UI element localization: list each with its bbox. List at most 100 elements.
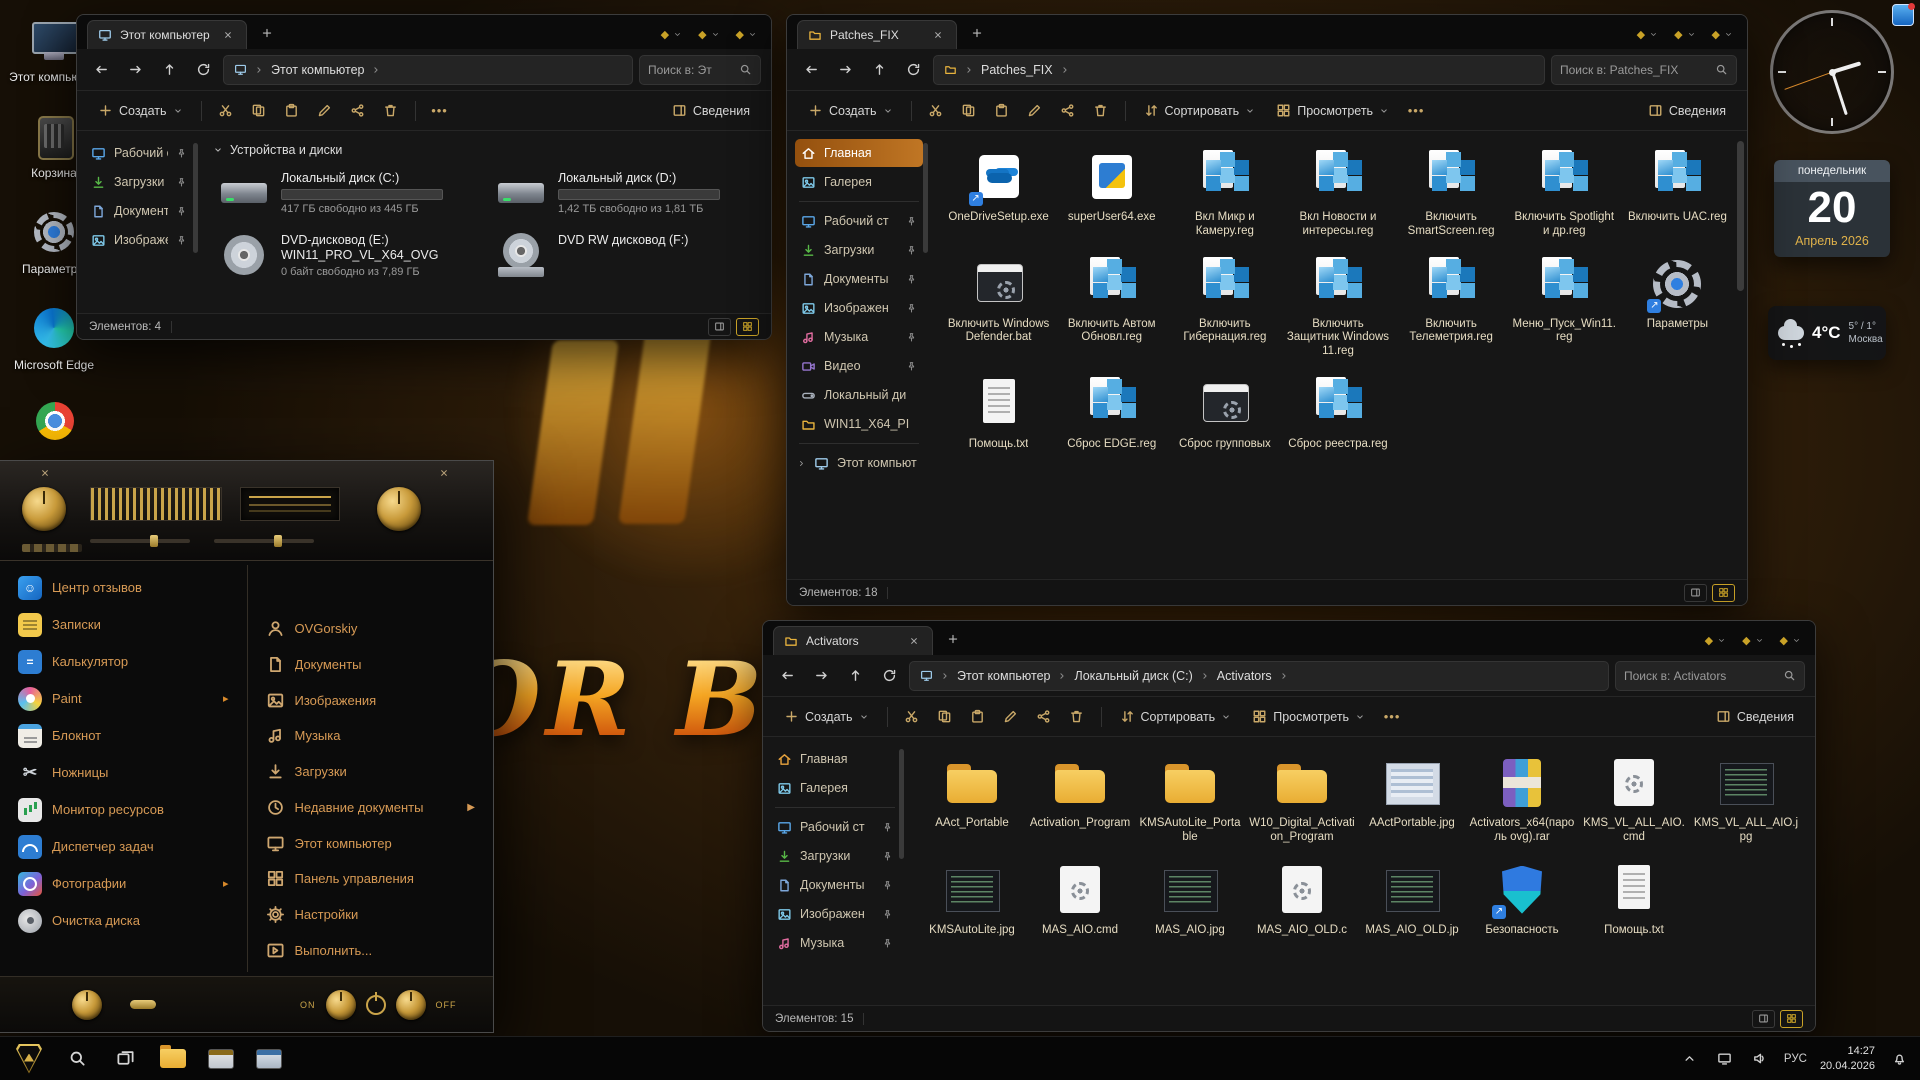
power-knob[interactable] <box>396 990 426 1020</box>
sidebar-item[interactable]: Музыка <box>795 323 923 351</box>
details-button[interactable]: Сведения <box>663 98 759 123</box>
window-control-1[interactable]: ◆ <box>1637 28 1658 41</box>
rename-button[interactable] <box>1020 96 1050 126</box>
start-menu-item[interactable]: Paint ▸ <box>6 680 241 717</box>
file-item[interactable]: ↗ KMS_VL_ALL_AIO.jpg <box>1691 747 1801 850</box>
start-menu-item[interactable]: Калькулятор ▸ <box>6 643 241 680</box>
create-button[interactable]: Создать <box>799 98 902 123</box>
back-button[interactable] <box>797 56 825 84</box>
language-indicator[interactable]: РУС <box>1784 1053 1807 1065</box>
slider[interactable] <box>90 539 190 543</box>
open-window-1-button[interactable] <box>202 1041 240 1077</box>
sidebar-item[interactable]: Изображен <box>795 294 923 322</box>
close-icon[interactable] <box>435 464 453 482</box>
file-item[interactable]: ↗ Помощь.txt <box>1579 854 1689 943</box>
power-knob[interactable] <box>326 990 356 1020</box>
file-item[interactable]: ↗ Включить SmartScreen.reg <box>1396 141 1507 244</box>
start-menu-item[interactable]: Загрузки ▶ <box>254 754 488 790</box>
start-menu-item[interactable]: Центр отзывов ▸ <box>6 569 241 606</box>
start-menu-item[interactable]: Документы ▶ <box>254 647 488 683</box>
sidebar-item[interactable]: Рабочий ст <box>795 207 923 235</box>
thumbnail-view-button[interactable] <box>1780 1010 1803 1028</box>
sidebar-item[interactable]: Изображен <box>85 226 193 254</box>
sidebar-item[interactable]: Изображен <box>771 900 899 928</box>
volume-tray-icon[interactable] <box>1749 1048 1771 1070</box>
new-tab-button[interactable] <box>941 627 965 651</box>
file-item[interactable]: ↗ KMS_VL_ALL_AIO.cmd <box>1579 747 1689 850</box>
sidebar-item[interactable]: Документы <box>795 265 923 293</box>
file-item[interactable]: ↗ Безопасность <box>1467 854 1577 943</box>
refresh-button[interactable] <box>899 56 927 84</box>
breadcrumb-segment[interactable]: Activators <box>1217 669 1289 683</box>
file-item[interactable]: ↗ AActPortable.jpg <box>1359 747 1465 850</box>
start-menu-item[interactable]: Настройки ▶ <box>254 897 488 933</box>
file-item[interactable]: ↗ Включить Автом Обновл.reg <box>1056 248 1167 364</box>
tab-computer[interactable]: Этот компьютер <box>87 20 247 49</box>
up-button[interactable] <box>841 662 869 690</box>
file-item[interactable]: ↗ Activators_x64(пароль ovg).rar <box>1467 747 1577 850</box>
window-control-3[interactable]: ◆ <box>1780 634 1801 647</box>
window-control-2[interactable]: ◆ <box>1742 634 1763 647</box>
more-options-button[interactable]: ••• <box>1377 702 1407 732</box>
paste-button[interactable] <box>277 96 307 126</box>
file-item[interactable]: ↗ Меню_Пуск_Win11.reg <box>1509 248 1620 364</box>
up-button[interactable] <box>865 56 893 84</box>
sidebar-item[interactable]: Галерея <box>795 168 923 196</box>
copy-button[interactable] <box>930 702 960 732</box>
start-menu-item[interactable]: Записки ▸ <box>6 606 241 643</box>
window-control-2[interactable]: ◆ <box>698 28 719 41</box>
search-input[interactable] <box>1624 669 1777 683</box>
list-view-button[interactable] <box>708 318 731 336</box>
delete-button[interactable] <box>1062 702 1092 732</box>
sidebar-item[interactable]: Этот компьюте <box>795 449 923 477</box>
refresh-button[interactable] <box>875 662 903 690</box>
sidebar-item[interactable]: WIN11_X64_PI <box>795 410 923 438</box>
sidebar-item[interactable]: Галерея <box>771 774 899 802</box>
sidebar-item[interactable]: Главная <box>771 745 899 773</box>
file-item[interactable]: ↗ Включить Spotlight и др.reg <box>1509 141 1620 244</box>
back-button[interactable] <box>87 56 115 84</box>
file-item[interactable]: ↗ Сброс реестра.reg <box>1282 368 1393 457</box>
create-button[interactable]: Создать <box>89 98 192 123</box>
sidebar-item[interactable]: Локальный ди <box>795 381 923 409</box>
rename-button[interactable] <box>996 702 1026 732</box>
start-menu-item[interactable]: Этот компьютер ▶ <box>254 825 488 861</box>
sidebar-item[interactable]: Рабочий ст <box>771 813 899 841</box>
start-menu-item[interactable]: Диспетчер задач ▸ <box>6 828 241 865</box>
file-item[interactable]: ↗ AAct_Portable <box>919 747 1025 850</box>
network-tray-icon[interactable] <box>1714 1048 1736 1070</box>
view-button[interactable]: Просмотреть <box>1267 98 1398 123</box>
window-control-3[interactable]: ◆ <box>736 28 757 41</box>
file-item[interactable]: ↗ Вкл Микр и Камеру.reg <box>1169 141 1280 244</box>
sidebar-item[interactable] <box>795 439 923 448</box>
forward-button[interactable] <box>121 56 149 84</box>
file-item[interactable]: ↗ Включить Телеметрия.reg <box>1396 248 1507 364</box>
file-explorer-button[interactable] <box>154 1041 192 1077</box>
window-control-2[interactable]: ◆ <box>1674 28 1695 41</box>
file-item[interactable]: ↗ MAS_AIO.jpg <box>1135 854 1245 943</box>
sidebar-scrollbar[interactable] <box>193 143 198 253</box>
start-menu-item[interactable]: Блокнот ▸ <box>6 717 241 754</box>
file-item[interactable]: ↗ Сброс групповых <box>1169 368 1280 457</box>
cut-button[interactable] <box>921 96 951 126</box>
open-window-2-button[interactable] <box>250 1041 288 1077</box>
new-tab-button[interactable] <box>965 21 989 45</box>
sidebar-item[interactable]: Видео <box>795 352 923 380</box>
sidebar-scrollbar[interactable] <box>923 143 928 253</box>
file-item[interactable]: ↗ KMSAutoLite.jpg <box>919 854 1025 943</box>
start-menu-item[interactable]: Монитор ресурсов ▸ <box>6 791 241 828</box>
vu-knob-left[interactable] <box>22 487 66 531</box>
sidebar-item[interactable]: Документы <box>771 871 899 899</box>
forward-button[interactable] <box>807 662 835 690</box>
sidebar-item[interactable]: Главная <box>795 139 923 167</box>
close-icon[interactable] <box>36 464 54 482</box>
vu-knob-right[interactable] <box>377 487 421 531</box>
task-view-button[interactable] <box>106 1041 144 1077</box>
details-button[interactable]: Сведения <box>1707 704 1803 729</box>
details-button[interactable]: Сведения <box>1639 98 1735 123</box>
footer-pill-button[interactable] <box>130 1000 156 1009</box>
list-view-button[interactable] <box>1752 1010 1775 1028</box>
forward-button[interactable] <box>831 56 859 84</box>
file-item[interactable]: ↗ superUser64.exe <box>1056 141 1167 244</box>
drive-item[interactable]: DVD-дисковод (E:) WIN11_PRO_VL_X64_OVG 0… <box>213 229 480 283</box>
